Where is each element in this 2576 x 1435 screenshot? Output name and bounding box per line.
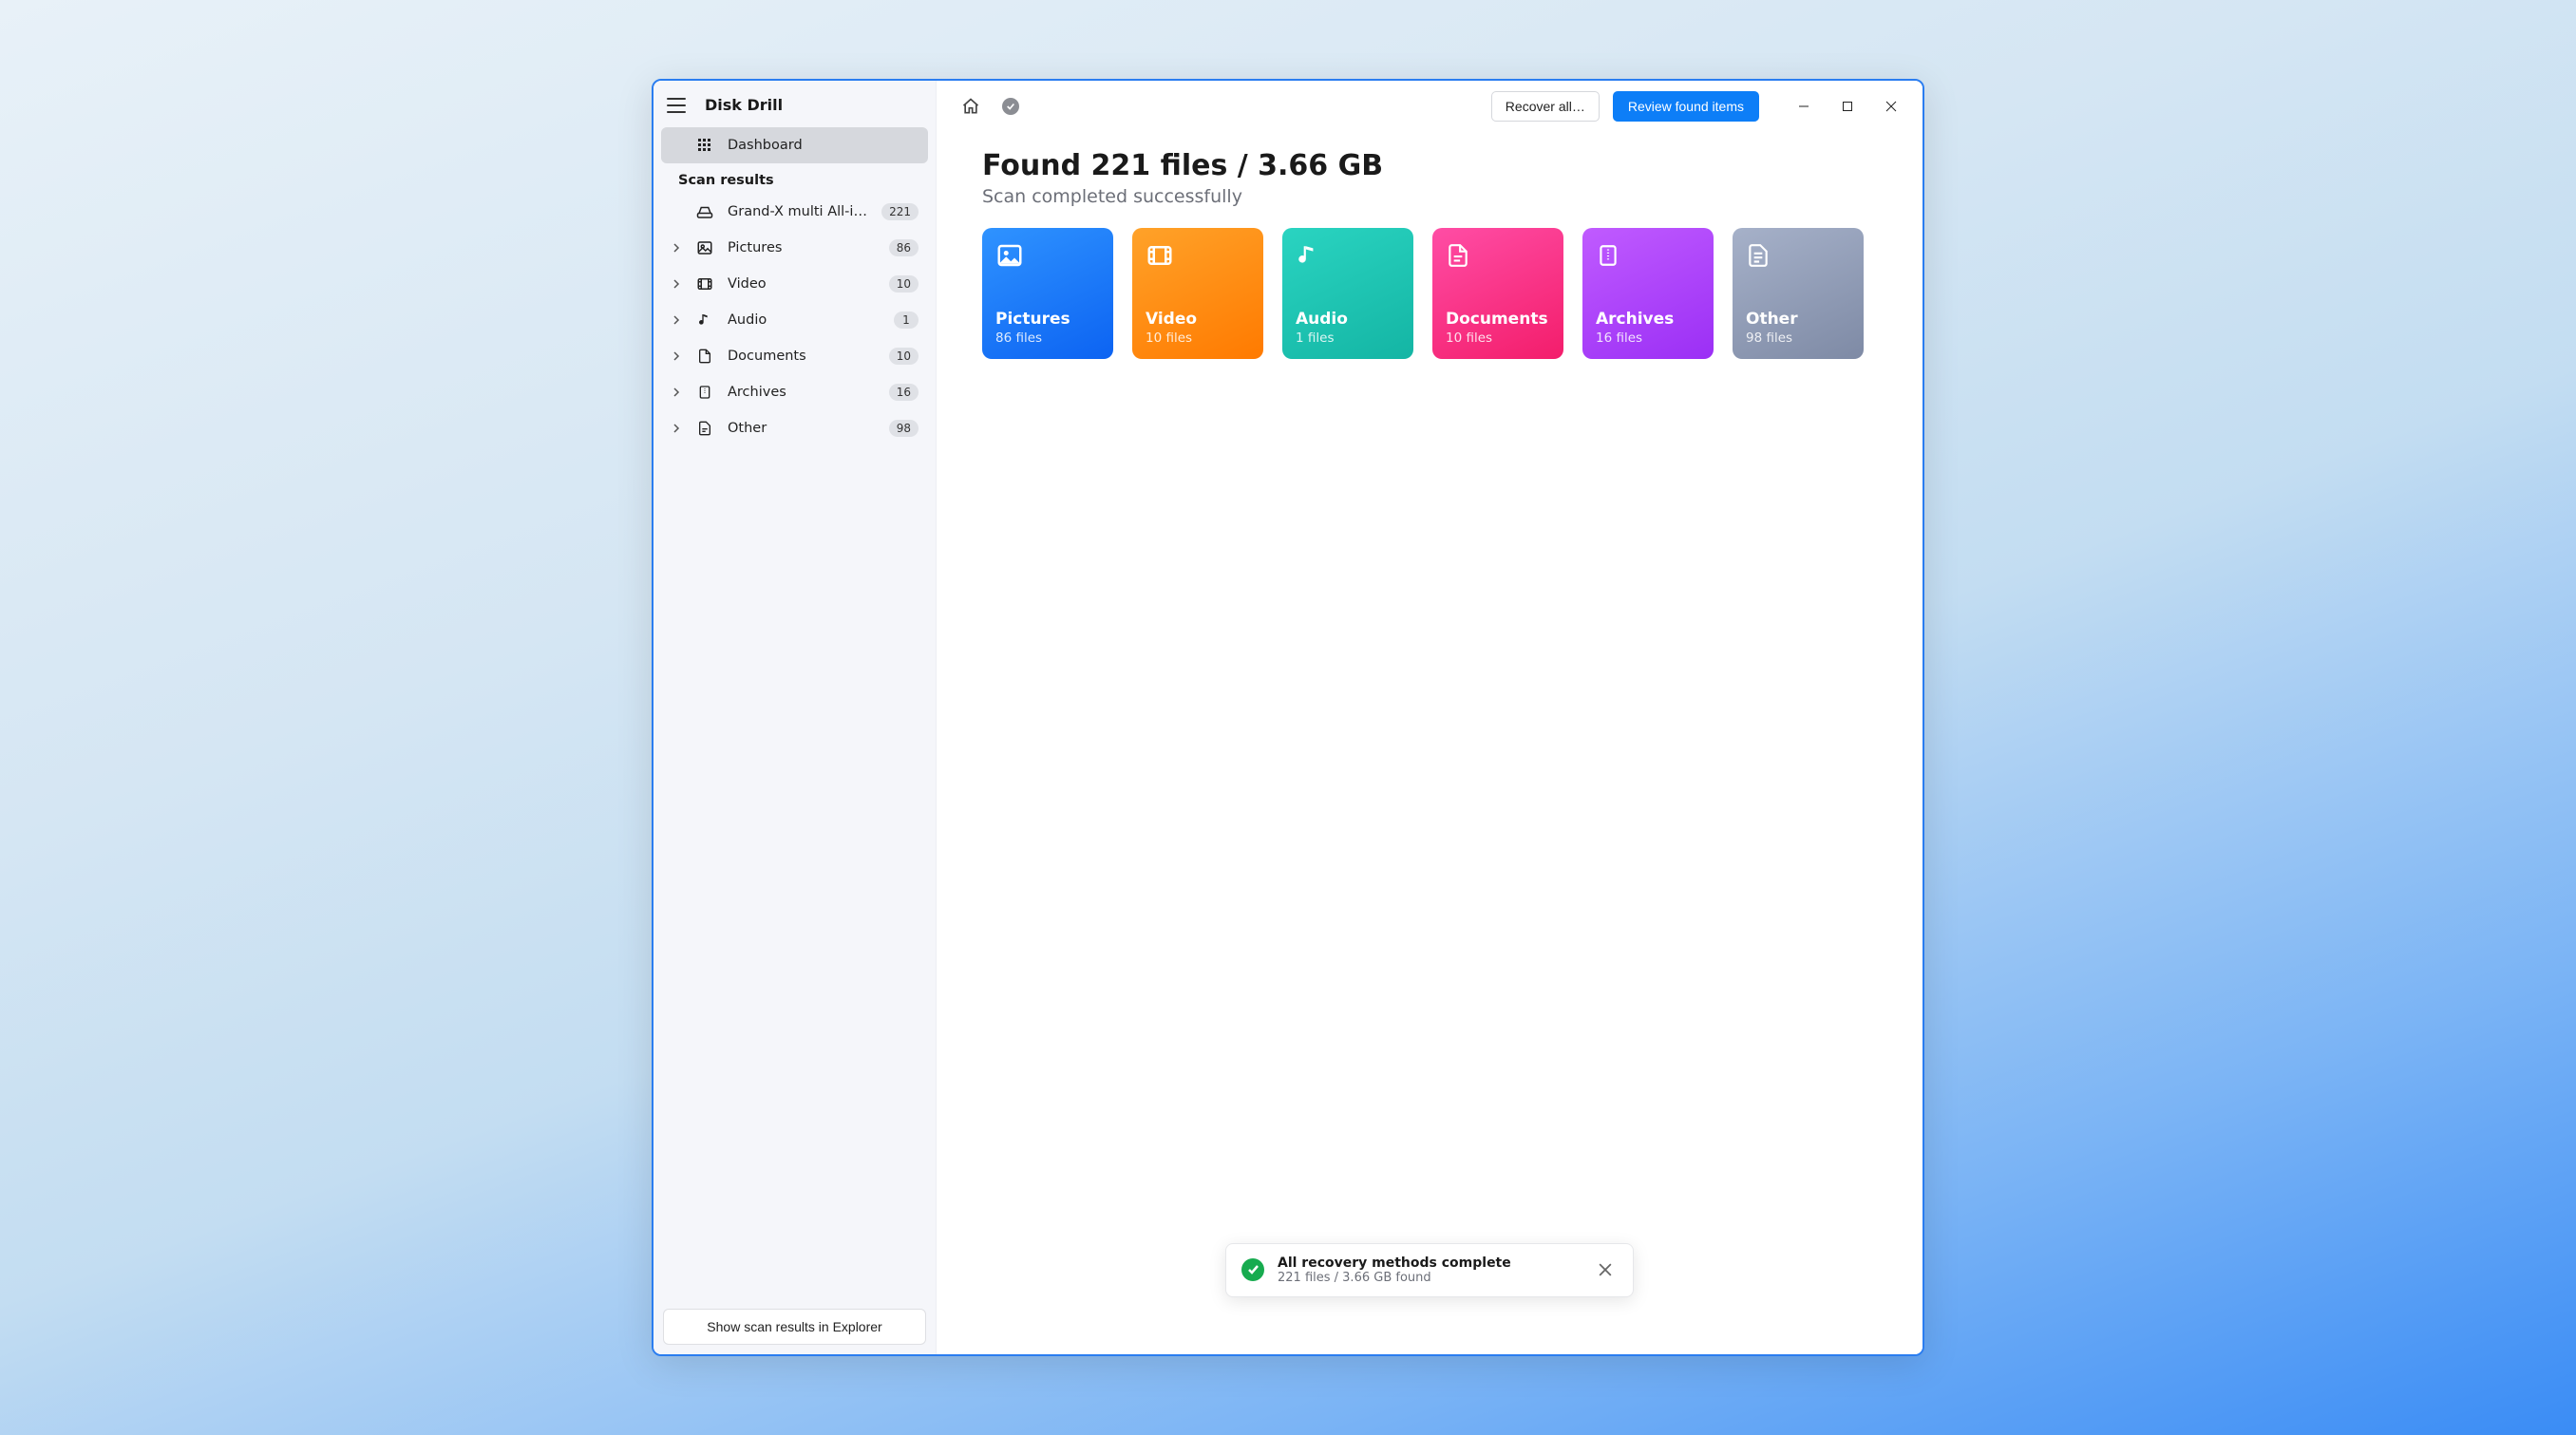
tile-title: Audio <box>1296 310 1400 329</box>
maximize-button[interactable] <box>1826 89 1869 123</box>
sidebar-item-documents[interactable]: Documents 10 <box>661 338 928 374</box>
tile-audio[interactable]: Audio 1 files <box>1282 228 1413 359</box>
picture-icon <box>995 241 1024 270</box>
sidebar-items: Dashboard Scan results Grand-X multi All… <box>653 127 936 1299</box>
audio-icon <box>695 312 714 329</box>
sidebar-item-device[interactable]: Grand-X multi All-in-On… 221 <box>661 194 928 230</box>
tile-documents[interactable]: Documents 10 files <box>1432 228 1563 359</box>
show-in-explorer-button[interactable]: Show scan results in Explorer <box>663 1309 926 1345</box>
toast-sub: 221 files / 3.66 GB found <box>1278 1271 1585 1285</box>
sidebar-item-label: Other <box>728 421 876 436</box>
tile-sub: 86 files <box>995 330 1100 346</box>
success-check-icon <box>1241 1258 1264 1281</box>
sidebar-header: Disk Drill <box>653 81 936 127</box>
count-badge: 1 <box>894 312 919 329</box>
count-badge: 10 <box>889 348 919 365</box>
tile-other[interactable]: Other 98 files <box>1733 228 1864 359</box>
tile-sub: 1 files <box>1296 330 1400 346</box>
tile-sub: 10 files <box>1146 330 1250 346</box>
tile-title: Other <box>1746 310 1850 329</box>
tile-title: Pictures <box>995 310 1100 329</box>
close-button[interactable] <box>1869 89 1913 123</box>
tile-sub: 16 files <box>1596 330 1700 346</box>
sidebar-section-title: Scan results <box>661 163 928 194</box>
archive-icon <box>1596 241 1624 270</box>
completion-toast: All recovery methods complete 221 files … <box>1225 1243 1634 1297</box>
sidebar-item-label: Audio <box>728 312 881 328</box>
count-badge: 10 <box>889 275 919 293</box>
review-found-items-button[interactable]: Review found items <box>1613 91 1759 122</box>
toast-text: All recovery methods complete 221 files … <box>1278 1256 1585 1285</box>
tile-archives[interactable]: Archives 16 files <box>1582 228 1714 359</box>
main-area: Recover all… Review found items Found 22… <box>937 81 1923 1354</box>
chevron-right-icon <box>671 424 682 433</box>
chevron-right-icon <box>671 351 682 361</box>
sidebar-item-label: Video <box>728 276 876 292</box>
sidebar-item-label: Archives <box>728 385 876 400</box>
chevron-right-icon <box>671 243 682 253</box>
tile-title: Archives <box>1596 310 1700 329</box>
sidebar-item-label: Grand-X multi All-in-On… <box>728 204 868 219</box>
tile-sub: 98 files <box>1746 330 1850 346</box>
tile-title: Documents <box>1446 310 1550 329</box>
status-check-button[interactable] <box>997 93 1024 120</box>
content: Found 221 files / 3.66 GB Scan completed… <box>937 132 1923 359</box>
app-window: Disk Drill Dashboard Scan results Grand-… <box>652 79 1924 1356</box>
count-badge: 16 <box>889 384 919 401</box>
count-badge: 221 <box>881 203 919 220</box>
video-icon <box>695 275 714 293</box>
tile-video[interactable]: Video 10 files <box>1132 228 1263 359</box>
audio-icon <box>1296 241 1324 270</box>
topbar: Recover all… Review found items <box>937 81 1923 132</box>
summary-subhead: Scan completed successfully <box>982 186 1877 207</box>
toast-close-button[interactable] <box>1599 1263 1618 1276</box>
tile-sub: 10 files <box>1446 330 1550 346</box>
sidebar-item-video[interactable]: Video 10 <box>661 266 928 302</box>
tile-pictures[interactable]: Pictures 86 files <box>982 228 1113 359</box>
archive-icon <box>695 384 714 401</box>
count-badge: 98 <box>889 420 919 437</box>
chevron-right-icon <box>671 315 682 325</box>
window-controls <box>1782 89 1913 123</box>
check-circle-icon <box>1002 98 1019 115</box>
home-button[interactable] <box>957 93 984 120</box>
minimize-button[interactable] <box>1782 89 1826 123</box>
document-icon <box>695 348 714 365</box>
sidebar-item-audio[interactable]: Audio 1 <box>661 302 928 338</box>
hamburger-icon[interactable] <box>667 98 686 113</box>
sidebar-item-dashboard[interactable]: Dashboard <box>661 127 928 163</box>
sidebar-item-label: Documents <box>728 349 876 364</box>
tile-title: Video <box>1146 310 1250 329</box>
chevron-right-icon <box>671 279 682 289</box>
category-tiles: Pictures 86 files Video 10 files <box>982 228 1877 359</box>
sidebar-item-archives[interactable]: Archives 16 <box>661 374 928 410</box>
sidebar-footer: Show scan results in Explorer <box>653 1299 936 1354</box>
video-icon <box>1146 241 1174 270</box>
sidebar-item-label: Dashboard <box>728 138 919 153</box>
recover-all-button[interactable]: Recover all… <box>1491 91 1600 122</box>
drive-icon <box>695 203 714 220</box>
file-icon <box>695 420 714 437</box>
document-icon <box>1446 241 1474 270</box>
picture-icon <box>695 239 714 256</box>
dashboard-icon <box>695 138 714 153</box>
summary-headline: Found 221 files / 3.66 GB <box>982 149 1877 182</box>
sidebar-item-label: Pictures <box>728 240 876 255</box>
chevron-right-icon <box>671 387 682 397</box>
count-badge: 86 <box>889 239 919 256</box>
sidebar-item-other[interactable]: Other 98 <box>661 410 928 446</box>
sidebar: Disk Drill Dashboard Scan results Grand-… <box>653 81 937 1354</box>
sidebar-item-pictures[interactable]: Pictures 86 <box>661 230 928 266</box>
toast-title: All recovery methods complete <box>1278 1256 1585 1271</box>
app-title: Disk Drill <box>705 96 783 114</box>
file-icon <box>1746 241 1774 270</box>
